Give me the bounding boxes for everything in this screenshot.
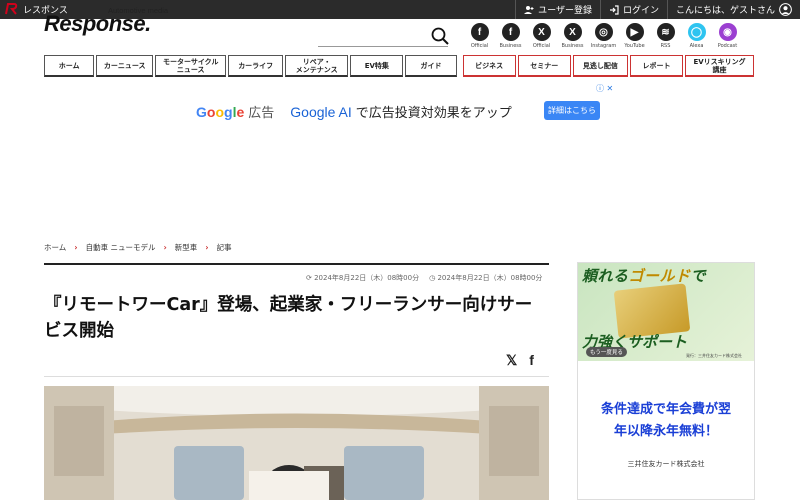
social-label: RSS bbox=[660, 43, 671, 49]
login-link[interactable]: ログイン bbox=[599, 0, 667, 19]
banner-headline: 頼れるゴールドで bbox=[582, 267, 707, 285]
x-icon: X bbox=[532, 23, 551, 41]
article-dates: ⟳ 2024年8月22日（木）08時00分 ◷ 2024年8月22日（木）08時… bbox=[306, 273, 542, 283]
social-label: Business bbox=[561, 43, 584, 49]
rss-icon: ≋ bbox=[656, 23, 675, 41]
nav-item[interactable]: カーライフ bbox=[228, 55, 284, 77]
gold-card-banner[interactable]: 頼れるゴールドで 力強くサポート もう一度見る 発行：三井住友カード株式会社 bbox=[578, 263, 754, 361]
site-logo[interactable]: Automotive media Response. bbox=[44, 6, 179, 36]
social-label: Official bbox=[532, 43, 551, 49]
share-buttons: 𝕏 f bbox=[506, 352, 534, 369]
x-link[interactable]: X Business bbox=[559, 23, 586, 49]
nav-item[interactable]: ビジネス bbox=[462, 55, 516, 77]
breadcrumb-item: 記事 bbox=[216, 243, 232, 252]
podcast-link[interactable]: ◉ Podcast bbox=[714, 23, 741, 49]
response-r-logo-icon bbox=[5, 3, 18, 15]
login-label: ログイン bbox=[622, 6, 659, 16]
avatar-icon bbox=[779, 3, 792, 16]
search-input[interactable] bbox=[318, 46, 448, 47]
promo-text: 条件達成で年会費が翌 年以降永年無料！ bbox=[600, 402, 731, 439]
logo-wordmark: Response. bbox=[44, 11, 151, 36]
social-label: Podcast bbox=[717, 43, 738, 49]
refresh-icon: ⟳ bbox=[306, 274, 315, 282]
article-title: 『リモートワーCar』登場、起業家・フリーランサー向けサービス開始 bbox=[44, 295, 533, 341]
social-label: Alexa bbox=[689, 43, 704, 49]
x-icon: X bbox=[563, 23, 582, 41]
facebook-share-icon[interactable]: f bbox=[529, 352, 534, 369]
nav-item[interactable]: モーターサイクル ニュース bbox=[155, 55, 227, 77]
nav-item[interactable]: カーニュース bbox=[96, 55, 154, 77]
nav-item[interactable]: EVリスキリング 講座 bbox=[685, 55, 754, 77]
instagram-link[interactable]: ◎ Instagram bbox=[590, 23, 617, 49]
breadcrumb-item[interactable]: 自動車 ニューモデル bbox=[86, 242, 156, 253]
facebook-link[interactable]: f Business bbox=[497, 23, 524, 49]
register-link[interactable]: ユーザー登録 bbox=[515, 0, 600, 19]
facebook-link[interactable]: f Official bbox=[466, 23, 493, 49]
ad-google-ai: Google AI bbox=[290, 103, 352, 120]
alexa-icon: ◯ bbox=[687, 23, 706, 41]
chevron-right-icon: › bbox=[205, 243, 209, 252]
rss-link[interactable]: ≋ RSS bbox=[652, 23, 679, 49]
facebook-icon: f bbox=[501, 23, 520, 41]
youtube-icon: ▶ bbox=[625, 23, 644, 41]
nav-item[interactable]: ホーム bbox=[44, 55, 95, 77]
social-label: Instagram bbox=[590, 43, 617, 49]
alexa-link[interactable]: ◯ Alexa bbox=[683, 23, 710, 49]
ad-message: で広告投資対効果をアップ bbox=[355, 106, 512, 121]
google-logo: Google bbox=[196, 103, 245, 120]
social-label: Official bbox=[470, 43, 489, 49]
instagram-icon: ◎ bbox=[594, 23, 613, 41]
social-links: f Official f Business X Official X Business ◎ Ins… bbox=[466, 23, 741, 49]
nav-item[interactable]: 見逃し配信 bbox=[572, 55, 628, 77]
article-hero-image[interactable] bbox=[44, 386, 549, 500]
social-label: Business bbox=[499, 43, 522, 49]
youtube-link[interactable]: ▶ YouTube bbox=[621, 23, 648, 49]
guest-greeting[interactable]: こんにちは、ゲストさん bbox=[666, 0, 800, 19]
published-date: ⟳ 2024年8月22日（木）08時00分 bbox=[306, 274, 420, 282]
share-divider bbox=[44, 376, 549, 377]
nav-item[interactable]: リペア・ メンテナンス bbox=[285, 55, 349, 77]
breadcrumb-item[interactable]: ホーム bbox=[44, 242, 66, 253]
replay-button[interactable]: もう一度見る bbox=[586, 347, 627, 357]
nav-item[interactable]: ガイド bbox=[405, 55, 457, 77]
google-ad-banner[interactable]: ⓘ ✕ Google 広告 Google AI で広告投資対効果をアップ 詳細は… bbox=[0, 80, 800, 230]
login-icon bbox=[609, 4, 619, 15]
x-link[interactable]: X Official bbox=[528, 23, 555, 49]
nav-item[interactable]: EV特集 bbox=[350, 55, 404, 77]
user-plus-icon bbox=[524, 5, 534, 14]
search-icon[interactable] bbox=[431, 27, 449, 45]
updated-date: ◷ 2024年8月22日（木）08時00分 bbox=[429, 274, 543, 282]
nav-item[interactable]: セミナー bbox=[517, 55, 571, 77]
main-nav: ホーム カーニュース モーターサイクル ニュース カーライフ リペア・ メンテナンス EV… bbox=[44, 55, 756, 77]
social-label: YouTube bbox=[624, 43, 645, 49]
nav-item[interactable]: レポート bbox=[629, 55, 684, 77]
greeting-label: こんにちは、ゲストさん bbox=[675, 6, 775, 16]
article-top-rule bbox=[44, 263, 549, 265]
adchoices-icon[interactable]: ⓘ ✕ bbox=[596, 83, 613, 94]
ad-word: 広告 bbox=[248, 106, 275, 121]
register-label: ユーザー登録 bbox=[538, 6, 592, 16]
advertiser-name: 三井住友カード株式会社 bbox=[627, 460, 705, 468]
x-share-icon[interactable]: 𝕏 bbox=[506, 352, 517, 369]
sidebar-card-ad[interactable]: 頼れるゴールドで 力強くサポート もう一度見る 発行：三井住友カード株式会社 条… bbox=[577, 262, 755, 500]
breadcrumb-item[interactable]: 新型車 bbox=[175, 242, 198, 253]
chevron-right-icon: › bbox=[74, 243, 78, 252]
podcast-icon: ◉ bbox=[718, 23, 737, 41]
breadcrumb: ホーム › 自動車 ニューモデル › 新型車 › 記事 bbox=[44, 242, 232, 253]
facebook-icon: f bbox=[470, 23, 489, 41]
van-interior-photo bbox=[44, 386, 549, 500]
ad-details-button[interactable]: 詳細はこちら bbox=[544, 101, 600, 120]
chevron-right-icon: › bbox=[163, 243, 167, 252]
banner-fine-print: 発行：三井住友カード株式会社 bbox=[686, 353, 742, 358]
